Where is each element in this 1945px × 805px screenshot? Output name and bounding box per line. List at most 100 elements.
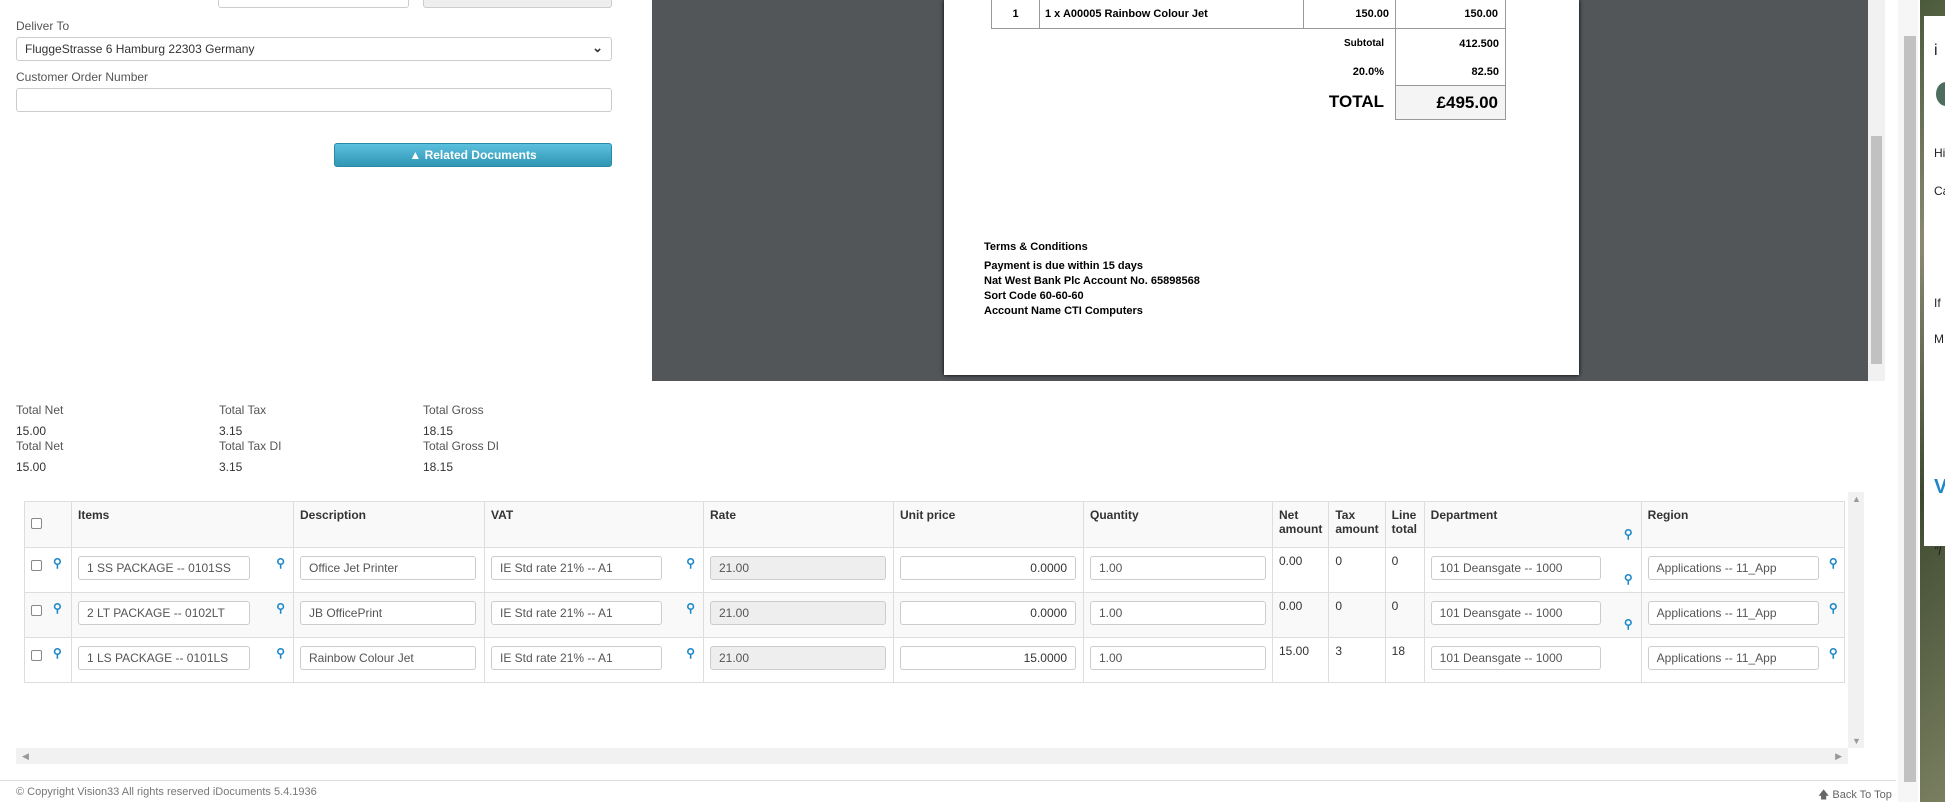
table-row: ⚲ 1 LS PACKAGE -- 0101LS ⚲ Rainbow Colour J… xyxy=(24,637,1845,683)
item-input[interactable]: 2 LT PACKAGE -- 0102LT xyxy=(78,601,250,625)
total-tax-di-value: 3.15 xyxy=(219,460,243,474)
invoice-page: 1 1 x A00005 Rainbow Colour Jet 150.00 1… xyxy=(944,0,1579,375)
total-gross-label: Total Gross xyxy=(423,403,484,417)
line-total: 18 xyxy=(1384,637,1425,683)
search-icon[interactable]: ⚲ xyxy=(686,601,695,615)
total-tax-label: Total Tax xyxy=(219,403,267,417)
quantity-input[interactable]: 1.00 xyxy=(1090,646,1266,670)
item-input[interactable]: 1 SS PACKAGE -- 0101SS xyxy=(78,556,250,580)
net-amount: 15.00 xyxy=(1271,637,1330,683)
unit_price-input[interactable]: 0.0000 xyxy=(900,601,1076,625)
row-checkbox[interactable] xyxy=(31,560,42,571)
description-input[interactable]: JB OfficePrint xyxy=(300,601,476,625)
row-checkbox[interactable] xyxy=(31,650,42,661)
arrow-up-icon: 🡅 xyxy=(1818,789,1830,801)
page-scrollbar[interactable] xyxy=(1898,0,1918,802)
region-input[interactable]: Applications -- 11_App xyxy=(1647,601,1819,625)
approver-select[interactable] xyxy=(218,0,409,8)
search-icon[interactable]: ⚲ xyxy=(1829,601,1838,615)
customer-order-label: Customer Order Number xyxy=(16,70,149,84)
search-icon[interactable]: ⚲ xyxy=(686,556,695,570)
terms-line: Payment is due within 15 days xyxy=(984,260,1143,272)
terms-line: Sort Code 60-60-60 xyxy=(984,290,1084,302)
header-vat: VAT xyxy=(484,501,704,548)
subtotal-value: 412.500 xyxy=(1459,38,1499,50)
related-documents-button[interactable]: ▲ Related Documents xyxy=(334,143,612,167)
viewer-scrollbar[interactable] xyxy=(1868,0,1885,381)
net-amount: 0.00 xyxy=(1271,547,1330,593)
search-icon[interactable]: ⚲ xyxy=(1624,617,1633,631)
unit_price-input[interactable]: 15.0000 xyxy=(900,646,1076,670)
select-all-cell xyxy=(24,501,72,548)
select-all-checkbox[interactable] xyxy=(31,518,42,529)
deliver-to-value: FluggeStrasse 6 Hamburg 22303 Germany xyxy=(25,42,255,56)
header-rate: Rate xyxy=(703,501,894,548)
search-icon[interactable]: ⚲ xyxy=(53,601,62,615)
vat-input[interactable]: IE Std rate 21% -- A1 xyxy=(491,646,662,670)
description-input[interactable]: Office Jet Printer xyxy=(300,556,476,580)
line-price: 150.00 xyxy=(1303,0,1396,29)
total-net-value: 15.00 xyxy=(16,424,47,438)
total-gross-value: 18.15 xyxy=(423,424,454,438)
header-department: Department ⚲ xyxy=(1423,501,1642,548)
region-input[interactable]: Applications -- 11_App xyxy=(1647,556,1819,580)
search-icon[interactable]: ⚲ xyxy=(276,646,285,660)
line-total: 0 xyxy=(1384,547,1425,593)
chevron-down-icon: ⌄ xyxy=(592,40,603,55)
header-tax-amount: Tax amount xyxy=(1328,501,1386,548)
footer: © Copyright Vision33 All rights reserved… xyxy=(0,780,1896,802)
header-unit-price: Unit price xyxy=(893,501,1084,548)
tax-amount: 3 xyxy=(1328,637,1386,683)
terms-line: Nat West Bank Plc Account No. 65898568 xyxy=(984,275,1200,287)
header-net-amount: Net amount xyxy=(1271,501,1330,548)
search-icon[interactable]: ⚲ xyxy=(1829,646,1838,660)
region-input[interactable]: Applications -- 11_App xyxy=(1647,646,1819,670)
department-input[interactable]: 101 Deansgate -- 1000 xyxy=(1430,601,1601,625)
description-input[interactable]: Rainbow Colour Jet xyxy=(300,646,476,670)
customer-order-input[interactable] xyxy=(16,88,612,112)
unit_price-input[interactable]: 0.0000 xyxy=(900,556,1076,580)
tax-label: 20.0% xyxy=(1352,66,1384,78)
vat-input[interactable]: IE Std rate 21% -- A1 xyxy=(491,556,662,580)
sitemap-icon: ▲ xyxy=(409,148,422,162)
subtotal-label: Subtotal xyxy=(1344,38,1384,49)
net-amount: 0.00 xyxy=(1271,592,1330,638)
row-checkbox[interactable] xyxy=(31,605,42,616)
line-total: 0 xyxy=(1384,592,1425,638)
grid-vertical-scrollbar[interactable]: ▲ ▼ xyxy=(1848,492,1864,748)
search-icon[interactable]: ⚲ xyxy=(1624,527,1633,541)
deliver-to-label: Deliver To xyxy=(16,19,70,33)
total-gross-di-label: Total Gross DI xyxy=(423,439,500,453)
search-icon[interactable]: ⚲ xyxy=(276,556,285,570)
grid-horizontal-scrollbar[interactable]: ◀ ▶ xyxy=(16,748,1848,764)
search-icon[interactable]: ⚲ xyxy=(53,556,62,570)
item-input[interactable]: 1 LS PACKAGE -- 0101LS xyxy=(78,646,250,670)
header-department-label: Department xyxy=(1430,508,1498,522)
rate-input: 21.00 xyxy=(710,556,886,580)
search-icon[interactable]: ⚲ xyxy=(53,646,62,660)
search-icon[interactable]: ⚲ xyxy=(1829,556,1838,570)
department-input[interactable]: 101 Deansgate -- 1000 xyxy=(1430,646,1601,670)
header-line-total: Line total xyxy=(1384,501,1425,548)
line-items-table: Items Description VAT Rate Unit price Qu… xyxy=(24,501,1845,683)
line-number: 1 xyxy=(991,0,1040,29)
tax-value: 82.50 xyxy=(1471,66,1499,78)
tax-amount: 0 xyxy=(1328,547,1386,593)
search-icon[interactable]: ⚲ xyxy=(686,646,695,660)
total-tax-value: 3.15 xyxy=(219,424,243,438)
pdf-viewer[interactable]: 1 1 x A00005 Rainbow Colour Jet 150.00 1… xyxy=(652,0,1868,381)
back-to-top-link[interactable]: 🡅 Back To Top xyxy=(1818,786,1892,805)
quantity-input[interactable]: 1.00 xyxy=(1090,601,1266,625)
table-row: ⚲ 1 SS PACKAGE -- 0101SS ⚲ Office Jet Print… xyxy=(24,547,1845,593)
search-icon[interactable]: ⚲ xyxy=(1624,572,1633,586)
total-tax-di-label: Total Tax DI xyxy=(219,439,282,453)
department-input[interactable]: 101 Deansgate -- 1000 xyxy=(1430,556,1601,580)
search-icon[interactable]: ⚲ xyxy=(276,601,285,615)
line-total: 150.00 xyxy=(1395,0,1506,29)
deliver-to-select[interactable]: FluggeStrasse 6 Hamburg 22303 Germany ⌄ xyxy=(16,37,612,61)
total-gross-di-value: 18.15 xyxy=(423,460,454,474)
header-quantity: Quantity xyxy=(1083,501,1273,548)
table-row: ⚲ 2 LT PACKAGE -- 0102LT ⚲ JB OfficePrint IE… xyxy=(24,592,1845,638)
vat-input[interactable]: IE Std rate 21% -- A1 xyxy=(491,601,662,625)
quantity-input[interactable]: 1.00 xyxy=(1090,556,1266,580)
